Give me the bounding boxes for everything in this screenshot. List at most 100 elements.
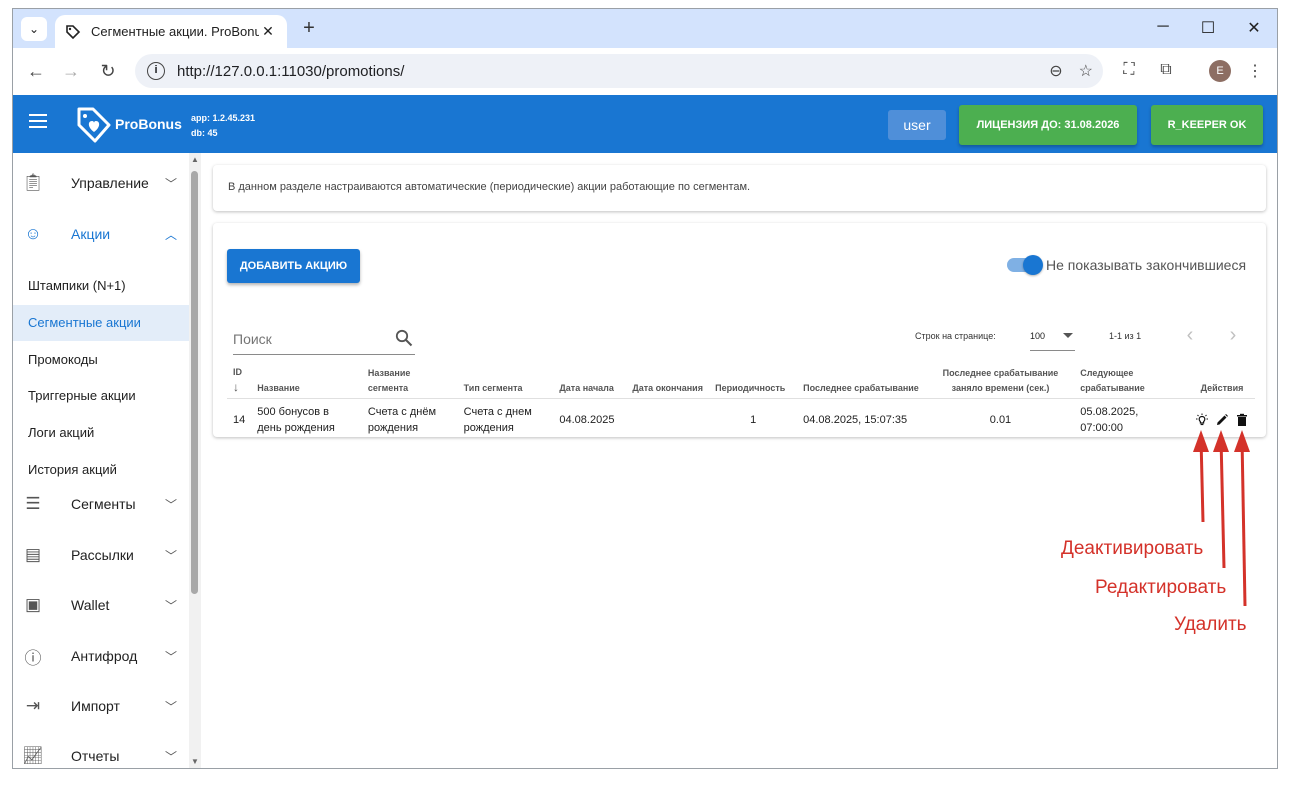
scroll-up-icon[interactable]: ▲ xyxy=(191,155,199,164)
profile-avatar[interactable]: E xyxy=(1209,60,1231,82)
sidebar-group-promotions[interactable]: ☺ Акции ︿ xyxy=(13,214,189,254)
chevron-down-icon: ﹀ xyxy=(164,176,177,191)
rows-per-page-select[interactable]: 100 xyxy=(1030,323,1075,351)
user-button[interactable]: user xyxy=(888,110,946,140)
sidebar-item-segment-promotions[interactable]: Сегментные акции xyxy=(13,305,189,341)
sidebar-group-reports[interactable]: 📈︎ Отчеты ﹀ xyxy=(13,736,189,768)
col-start-date[interactable]: Дата начала xyxy=(553,361,627,399)
zoom-icon[interactable]: ⊖ xyxy=(1049,61,1062,81)
search-icon[interactable] xyxy=(395,329,413,347)
browser-menu-icon[interactable]: ⋮ xyxy=(1244,61,1266,81)
main-content: В данном разделе настраиваются автоматич… xyxy=(201,153,1277,768)
promotions-table: ID ↓ Название Название сегмента Тип сегме… xyxy=(227,361,1255,441)
card-icon: ▤ xyxy=(24,545,42,564)
search-field[interactable] xyxy=(233,325,415,355)
sidebar-scroll-thumb[interactable] xyxy=(191,171,198,594)
table-row[interactable]: 14 500 бонусов в день рождения Счета с д… xyxy=(227,399,1255,441)
hide-finished-toggle[interactable] xyxy=(1007,255,1043,275)
col-segment-type[interactable]: Тип сегмента xyxy=(457,361,554,399)
bookmark-star-icon[interactable]: ☆ xyxy=(1079,61,1093,81)
site-info-icon[interactable]: i xyxy=(147,62,165,80)
sidebar-group-antifraud[interactable]: ⓘ Антифрод ﹀ xyxy=(13,636,189,676)
edit-pencil-icon[interactable] xyxy=(1215,413,1229,427)
reload-icon[interactable]: ↻ xyxy=(97,61,119,81)
lightbulb-icon[interactable] xyxy=(1195,413,1209,427)
cell-next-run: 05.08.2025, 07:00:00 xyxy=(1080,405,1139,434)
col-last-run[interactable]: Последнее срабатывание xyxy=(797,361,927,399)
minimize-icon[interactable]: ─ xyxy=(1153,18,1173,36)
sidebar-item-trigger-promotions[interactable]: Триггерные акции xyxy=(13,378,189,414)
brand-name: ProBonus xyxy=(115,116,182,132)
delete-trash-icon[interactable] xyxy=(1235,413,1249,427)
sidebar-item-stamps[interactable]: Штампики (N+1) xyxy=(13,268,189,304)
alert-circle-icon: ⓘ xyxy=(24,648,42,668)
next-page-icon[interactable]: › xyxy=(1225,324,1241,347)
scroll-down-icon[interactable]: ▼ xyxy=(191,757,199,766)
annotation-delete: Удалить xyxy=(1174,614,1247,635)
cell-end-date xyxy=(626,399,709,441)
cell-last-run: 04.08.2025, 15:07:35 xyxy=(803,413,908,426)
cell-segment-name: Счета с днём рождения xyxy=(367,405,437,434)
sidebar-group-import[interactable]: ⇥ Импорт ﹀ xyxy=(13,686,189,726)
wallet-icon: ▣ xyxy=(24,595,42,614)
chevron-down-icon: ﹀ xyxy=(164,649,177,664)
sidebar-item-promocodes[interactable]: Промокоды xyxy=(13,342,189,378)
db-version: db: 45 xyxy=(191,128,218,138)
annotation-edit: Редактировать xyxy=(1095,577,1227,598)
pagination-info: 1-1 из 1 xyxy=(1109,331,1142,341)
col-name[interactable]: Название xyxy=(251,361,362,399)
close-window-icon[interactable]: ✕ xyxy=(1244,18,1264,38)
add-promotion-button[interactable]: ДОБАВИТЬ АКЦИЮ xyxy=(227,249,360,283)
browser-window: ⌄ Сегментные акции. ProBonus ✕ + ─ ☐ ✕ ←… xyxy=(12,8,1278,769)
browser-tab[interactable]: Сегментные акции. ProBonus ✕ xyxy=(55,15,287,48)
rkeeper-status-button[interactable]: R_KEEPER OK xyxy=(1151,105,1263,145)
cell-name: 500 бонусов в день рождения xyxy=(257,405,335,434)
browser-toolbar: ← → ↻ i http://127.0.0.1:11030/promotion… xyxy=(13,48,1277,95)
license-button[interactable]: ЛИЦЕНЗИЯ ДО: 31.08.2026 xyxy=(959,105,1137,145)
prev-page-icon[interactable]: ‹ xyxy=(1182,324,1198,347)
tab-search-button[interactable]: ⌄ xyxy=(21,17,47,41)
clipboard-icon: 📋︎ xyxy=(22,173,44,192)
sidebar-group-wallet[interactable]: ▣ Wallet ﹀ xyxy=(13,585,189,625)
tab-strip: ⌄ Сегментные акции. ProBonus ✕ + ─ ☐ ✕ xyxy=(13,9,1277,48)
hide-finished-label: Не показывать закончившиеся xyxy=(1046,257,1247,273)
new-tab-button[interactable]: + xyxy=(296,17,322,41)
tag-favicon-icon xyxy=(66,24,81,39)
caret-down-icon xyxy=(1063,333,1073,338)
col-next-run[interactable]: Следующее срабатывание xyxy=(1074,361,1189,399)
info-text: В данном разделе настраиваются автоматич… xyxy=(228,181,751,193)
screen-capture-icon[interactable]: ⛶ xyxy=(1118,61,1140,79)
chevron-down-icon: ﹀ xyxy=(164,548,177,563)
col-id[interactable]: ID ↓ xyxy=(227,361,252,399)
cell-segment-type: Счета с днем рождения xyxy=(463,405,532,434)
address-bar[interactable]: i http://127.0.0.1:11030/promotions/ ⊖ ☆ xyxy=(135,54,1103,88)
back-icon[interactable]: ← xyxy=(25,61,47,81)
url-text: http://127.0.0.1:11030/promotions/ xyxy=(177,62,405,80)
chevron-down-icon: ﹀ xyxy=(164,497,177,512)
maximize-icon[interactable]: ☐ xyxy=(1198,18,1218,38)
sort-arrow-down-icon[interactable]: ↓ xyxy=(233,380,239,394)
chevron-down-icon: ﹀ xyxy=(164,598,177,613)
sidebar-item-promotion-history[interactable]: История акций xyxy=(13,452,189,488)
search-input[interactable] xyxy=(233,325,383,347)
tab-close-icon[interactable]: ✕ xyxy=(259,23,277,40)
app-version: app: 1.2.45.231 xyxy=(191,113,256,123)
col-end-date[interactable]: Дата окончания xyxy=(626,361,710,399)
sidebar: 📋︎ Управление ﹀ ☺ Акции ︿ Штампики (N+1)… xyxy=(13,153,201,768)
import-icon: ⇥ xyxy=(25,696,41,715)
sidebar-group-segments[interactable]: ☰ Сегменты ﹀ xyxy=(13,484,189,524)
chevron-down-icon: ﹀ xyxy=(164,749,177,764)
menu-icon[interactable] xyxy=(29,114,47,128)
col-period[interactable]: Периодичность xyxy=(709,361,798,399)
smile-icon: ☺ xyxy=(24,224,42,243)
forward-icon[interactable]: → xyxy=(60,61,82,81)
sidebar-item-promotion-logs[interactable]: Логи акций xyxy=(13,415,189,451)
extensions-icon[interactable]: ⧉ xyxy=(1155,61,1177,79)
chart-icon: 📈︎ xyxy=(22,746,44,765)
sidebar-group-management[interactable]: 📋︎ Управление ﹀ xyxy=(13,163,189,203)
col-segment-name[interactable]: Название сегмента xyxy=(361,361,458,399)
info-card: В данном разделе настраиваются автоматич… xyxy=(213,165,1266,211)
cell-start-date: 04.08.2025 xyxy=(559,413,615,426)
col-last-run-time[interactable]: Последнее срабатывание заняло времени (с… xyxy=(926,361,1075,399)
sidebar-group-mailings[interactable]: ▤ Рассылки ﹀ xyxy=(13,535,189,575)
